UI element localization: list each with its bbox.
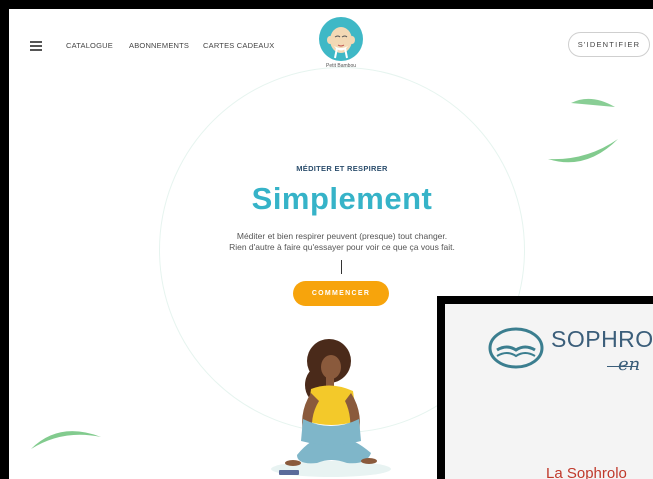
hero-subtitle: Méditer et bien respirer peuvent (presqu…: [189, 231, 495, 253]
start-button[interactable]: COMMENCER: [293, 281, 389, 306]
sophrologie-window[interactable]: SOPHROLO en La Sophrolo: [437, 296, 653, 479]
login-button[interactable]: S'IDENTIFIER: [568, 32, 650, 57]
sophrologie-brand-text: SOPHROLO: [551, 326, 653, 352]
menu-icon[interactable]: [30, 41, 42, 51]
hero-headline: Simplement: [251, 181, 433, 216]
nav-link-cartes-cadeaux[interactable]: CARTES CADEAUX: [203, 41, 274, 50]
text-cursor: [341, 260, 342, 274]
sophrologie-window-content: SOPHROLO en La Sophrolo: [445, 304, 653, 479]
meditating-woman-illustration: [271, 339, 391, 477]
nav-link-catalogue[interactable]: CATALOGUE: [66, 41, 113, 50]
nav-link-abonnements[interactable]: ABONNEMENTS: [129, 41, 189, 50]
sophrologie-title: La Sophrolo: [546, 465, 627, 479]
leaf-decoration-icon: [571, 98, 615, 107]
hero-subtitle-line-2: Rien d'autre à faire qu'essayer pour voi…: [229, 242, 455, 252]
leaf-decoration-icon: [31, 431, 101, 449]
petit-bambou-logo[interactable]: [319, 17, 363, 61]
hero-subtitle-line-1: Méditer et bien respirer peuvent (presqu…: [236, 231, 448, 241]
leaf-decoration-icon: [548, 139, 618, 163]
sophrologie-brand-sub: en: [618, 354, 641, 375]
monk-face-icon: [327, 27, 355, 59]
sophrologie-logo-icon: [488, 327, 544, 369]
hero-kicker: MÉDITER ET RESPIRER: [296, 164, 388, 173]
browser-viewport: CATALOGUE ABONNEMENTS CARTES CADEAUX Pet…: [9, 9, 653, 479]
